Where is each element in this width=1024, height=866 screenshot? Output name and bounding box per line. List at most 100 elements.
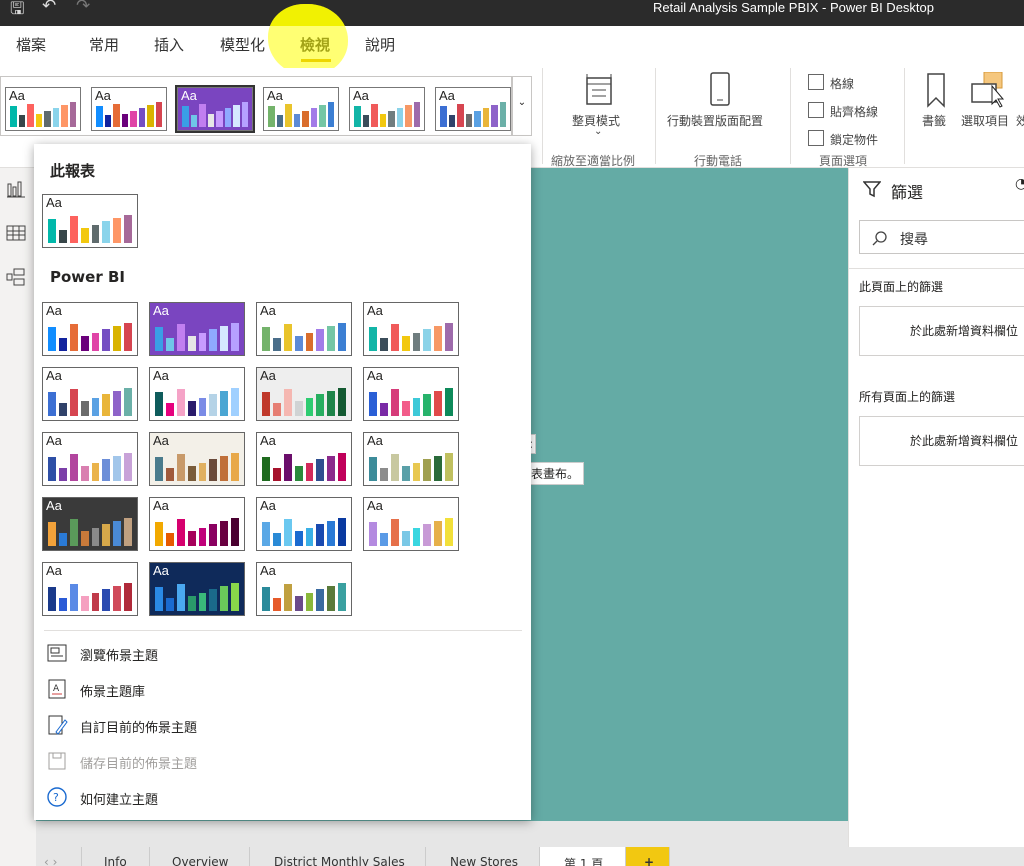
theme-color-swatch (58, 337, 67, 351)
add-page-button[interactable]: + (626, 847, 670, 866)
theme-color-swatch (18, 115, 25, 127)
save-icon[interactable]: 🖫 (10, 0, 24, 25)
powerbi-theme-thumbnail[interactable]: Aa (149, 432, 245, 486)
powerbi-theme-thumbnail[interactable]: Aa (363, 302, 459, 356)
powerbi-theme-thumbnail[interactable]: Aa (42, 432, 138, 486)
powerbi-theme-thumbnail[interactable]: Aa (363, 432, 459, 486)
theme-color-swatch (121, 114, 128, 127)
theme-color-swatch (209, 328, 218, 351)
powerbi-theme-thumbnail[interactable]: Aa (149, 302, 245, 356)
theme-color-swatch (113, 217, 122, 243)
ribbon-theme-thumbnail[interactable]: Aa (349, 87, 425, 131)
filter-pane-title: 篩選 (891, 183, 924, 202)
chevron-down-icon[interactable]: ⌄ (594, 126, 602, 137)
theme-thumb-text: Aa (46, 498, 62, 513)
ribbon-theme-thumbnail[interactable]: Aa (263, 87, 339, 131)
model-view-icon[interactable] (6, 268, 26, 286)
powerbi-theme-thumbnail[interactable]: Aa (256, 302, 352, 356)
lock-objects-checkbox[interactable] (808, 130, 824, 146)
page-view-icon[interactable] (583, 72, 615, 108)
theme-color-swatch (165, 467, 174, 481)
filter-search-input[interactable]: 搜尋 (859, 220, 1024, 254)
tab-view[interactable]: 檢視 (300, 34, 330, 55)
theme-color-swatch (445, 517, 453, 546)
theme-color-swatch (44, 111, 51, 127)
menu-item-label: 瀏覽佈景主題 (80, 649, 159, 664)
eye-icon[interactable]: ◔ (1015, 176, 1024, 192)
tab-modeling[interactable]: 模型化 (220, 34, 265, 55)
divider (849, 268, 1024, 269)
theme-color-swatch (48, 457, 56, 481)
powerbi-theme-thumbnail[interactable]: Aa (363, 367, 459, 421)
theme-color-swatch (48, 327, 56, 351)
powerbi-theme-thumbnail[interactable]: Aa (149, 367, 245, 421)
redo-icon[interactable]: ↷ (76, 0, 90, 16)
page-tab-page-1[interactable]: 第 1 頁 (540, 847, 626, 866)
powerbi-theme-thumbnail[interactable]: Aa (149, 497, 245, 551)
menu-item-browse-theme[interactable]: 瀏覽佈景主題 (46, 640, 516, 668)
theme-color-swatch (91, 398, 100, 416)
powerbi-theme-thumbnail[interactable]: Aa (42, 302, 138, 356)
theme-color-swatch (80, 336, 89, 351)
theme-color-swatch (369, 327, 377, 351)
customize-theme-icon (48, 715, 68, 735)
page-tab-new-stores[interactable]: New Stores (426, 847, 540, 866)
add-field-drop-zone[interactable]: 於此處新增資料欄位 (859, 306, 1024, 356)
powerbi-theme-thumbnail[interactable]: Aa (256, 562, 352, 616)
page-tab-overview[interactable]: Overview (150, 847, 250, 866)
selection-label[interactable]: 選取項目 (961, 112, 1009, 129)
report-view-icon[interactable] (6, 180, 26, 198)
ribbon-theme-thumbnail[interactable]: Aa (91, 87, 167, 131)
theme-thumb-text: Aa (367, 433, 383, 448)
theme-gallery-icon: A (48, 679, 66, 699)
theme-color-swatch (58, 402, 67, 416)
tab-help[interactable]: 說明 (365, 34, 395, 55)
theme-color-bars (369, 516, 453, 546)
theme-color-swatch (231, 322, 239, 351)
current-theme-thumbnail[interactable]: Aa (42, 194, 138, 248)
powerbi-theme-thumbnail[interactable]: Aa (256, 497, 352, 551)
page-nav-arrows[interactable]: ‹ › (36, 847, 82, 866)
mobile-group-label: 行動電話 (694, 154, 743, 168)
ribbon-theme-thumbnail[interactable]: Aa (5, 87, 81, 131)
menu-item-theme-gallery[interactable]: A 佈景主題庫 (46, 676, 516, 704)
undo-icon[interactable]: ↶ (42, 0, 56, 16)
ribbon-theme-thumbnail[interactable]: Aa (435, 87, 511, 131)
page-tab-info[interactable]: Info (82, 847, 150, 866)
ribbon-theme-thumbnail[interactable]: Aa (175, 85, 255, 133)
mobile-layout-label[interactable]: 行動裝置版面配置 (667, 112, 763, 129)
bookmarks-label[interactable]: 書籤 (922, 112, 946, 129)
snap-to-grid-checkbox[interactable] (808, 102, 824, 118)
powerbi-theme-thumbnail[interactable]: Aa (256, 367, 352, 421)
bookmark-icon[interactable] (924, 72, 948, 108)
gridlines-checkbox[interactable] (808, 74, 824, 90)
svg-text:A: A (53, 684, 60, 694)
powerbi-theme-thumbnail[interactable]: Aa (42, 497, 138, 551)
powerbi-theme-thumbnail[interactable]: Aa (363, 497, 459, 551)
selection-pane-icon[interactable] (970, 72, 1010, 108)
add-field-drop-zone-all[interactable]: 於此處新增資料欄位 (859, 416, 1024, 466)
gridlines-label: 格線 (830, 77, 855, 91)
theme-color-swatch (69, 216, 78, 243)
gallery-expand-button[interactable]: ⌄ (512, 76, 532, 136)
tab-home[interactable]: 常用 (89, 34, 119, 55)
page-tab-district-monthly-sales[interactable]: District Monthly Sales (250, 847, 426, 866)
theme-color-swatch (302, 111, 309, 127)
theme-color-swatch (379, 467, 388, 481)
tab-insert[interactable]: 插入 (154, 34, 184, 55)
powerbi-theme-thumbnail[interactable]: Aa (42, 562, 138, 616)
data-view-icon[interactable] (6, 224, 26, 242)
menu-item-help[interactable]: ? 如何建立主題 (46, 784, 516, 812)
theme-color-swatch (231, 452, 239, 481)
powerbi-theme-thumbnail[interactable]: Aa (256, 432, 352, 486)
theme-color-bars (182, 101, 248, 127)
powerbi-theme-thumbnail[interactable]: Aa (42, 367, 138, 421)
theme-color-swatch (58, 597, 67, 611)
menu-item-customize-theme[interactable]: 自訂目前的佈景主題 (46, 712, 516, 740)
theme-color-swatch (113, 390, 122, 416)
tab-file[interactable]: 檔案 (16, 34, 46, 55)
help-icon: ? (47, 787, 67, 807)
powerbi-theme-thumbnail[interactable]: Aa (149, 562, 245, 616)
mobile-phone-icon[interactable] (708, 72, 732, 108)
theme-color-swatch (102, 220, 111, 243)
